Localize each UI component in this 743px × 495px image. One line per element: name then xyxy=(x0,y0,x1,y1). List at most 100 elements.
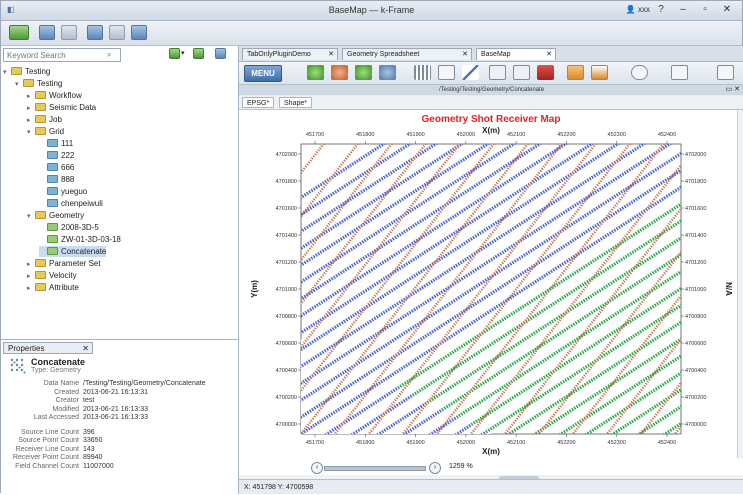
doc-tab[interactable]: BaseMap ✕ xyxy=(476,48,556,60)
zoom-fit-icon[interactable] xyxy=(355,65,372,80)
tree-item[interactable]: ▸ Attribute xyxy=(27,282,79,293)
chart-icon[interactable] xyxy=(567,65,584,80)
chevron-down-icon[interactable]: ▾ xyxy=(15,79,23,90)
tree-item[interactable]: chenpeiwuli xyxy=(39,198,103,209)
doc-icon xyxy=(47,175,58,183)
slider-left-icon[interactable]: ‹ xyxy=(311,462,323,474)
doc-tab[interactable]: Geometry Spreadsheet ✕ xyxy=(342,48,472,60)
chevron-right-icon[interactable]: ▸ xyxy=(27,103,35,114)
tree-item[interactable]: 2008-3D-5 xyxy=(39,222,99,233)
folder-icon xyxy=(35,271,46,279)
x-tick-label: 452100 xyxy=(507,132,525,138)
select-area-icon[interactable] xyxy=(489,65,506,80)
folder-icon xyxy=(35,127,46,135)
close-icon[interactable]: ✕ xyxy=(720,4,734,16)
keyword-search-input[interactable] xyxy=(3,48,121,62)
y-tick-label: 4701200 xyxy=(276,260,297,266)
zoom-reset-icon[interactable] xyxy=(379,65,396,80)
property-row: Receiver Line Count 143 xyxy=(5,446,229,454)
minimize-icon[interactable]: – xyxy=(676,4,690,16)
tree-item[interactable]: 222 xyxy=(39,150,74,161)
slider-right-icon[interactable]: › xyxy=(429,462,441,474)
tab-shape[interactable]: Shape* xyxy=(279,97,312,108)
tree-item[interactable]: ZW-01-3D-03-18 xyxy=(39,234,121,245)
shot-receiver-chart[interactable]: Geometry Shot Receiver MapX(m)X(m)Y(m) N/… xyxy=(239,110,743,458)
chevron-down-icon[interactable]: ▾ xyxy=(27,211,35,222)
close-icon[interactable]: ✕ xyxy=(546,49,552,60)
tree-item[interactable]: ▸ Parameter Set xyxy=(27,258,101,269)
property-value: test xyxy=(83,397,95,404)
search-icon[interactable]: ⌕ xyxy=(107,50,111,60)
grid-view-icon[interactable] xyxy=(438,65,455,80)
geo-icon xyxy=(47,223,58,231)
y-tick-label: 4700000 xyxy=(276,422,297,428)
chevron-down-icon[interactable]: ▾ xyxy=(3,67,11,78)
basemap-plot[interactable]: Geometry Shot Receiver Map X(m) X(m) Y(m) N/… xyxy=(239,110,743,478)
monitor-icon[interactable] xyxy=(109,25,125,40)
chevron-right-icon[interactable]: ▸ xyxy=(27,115,35,126)
collapse-icon[interactable] xyxy=(215,48,226,59)
folder-icon xyxy=(35,91,46,99)
x-tick-label: 452200 xyxy=(557,132,575,138)
zoom-in-icon[interactable] xyxy=(307,65,324,80)
close-icon[interactable]: ✕ xyxy=(82,343,89,355)
chevron-right-icon[interactable]: ▸ xyxy=(27,283,35,294)
tab-epsg[interactable]: EPSG* xyxy=(242,97,275,108)
layout-icon[interactable] xyxy=(87,25,103,40)
tree-item[interactable]: ▸ Seismic Data xyxy=(27,102,96,113)
close-icon[interactable]: ✕ xyxy=(328,49,334,60)
refresh-icon[interactable] xyxy=(193,48,204,59)
restore-icon[interactable]: ▭ ✕ xyxy=(726,85,740,93)
y-tick-label: 4701000 xyxy=(276,287,297,293)
chevron-right-icon[interactable]: ▸ xyxy=(27,271,35,282)
chevron-down-icon[interactable]: ▾ xyxy=(27,127,35,138)
folder-icon xyxy=(35,259,46,267)
export-icon[interactable] xyxy=(671,65,688,80)
maximize-icon[interactable]: ▫ xyxy=(698,4,712,16)
measure-icon[interactable] xyxy=(513,65,530,80)
add-icon[interactable] xyxy=(169,48,180,59)
y-tick-label: 4700800 xyxy=(276,314,297,320)
delete-icon[interactable] xyxy=(537,65,554,80)
tree-item[interactable]: ▸ Workflow xyxy=(27,90,82,101)
print-icon[interactable] xyxy=(717,65,734,80)
user-indicator[interactable]: 👤 xxx xyxy=(626,5,650,14)
tree-item[interactable]: Concatenate xyxy=(39,246,107,257)
panel-icon[interactable] xyxy=(131,25,147,40)
tab-properties[interactable]: Properties ✕ xyxy=(3,342,93,354)
doc-tab[interactable]: TabOnlyPluginDemo ✕ xyxy=(242,48,338,60)
tree-item[interactable]: ▸ Velocity xyxy=(27,270,77,281)
dropdown-icon[interactable]: ▾ xyxy=(181,49,185,57)
help-icon[interactable]: ? xyxy=(654,4,668,16)
tree-item[interactable]: yueguo xyxy=(39,186,87,197)
table-icon[interactable] xyxy=(61,25,77,40)
chevron-right-icon[interactable]: ▸ xyxy=(27,91,35,102)
zoom-slider[interactable] xyxy=(324,466,426,471)
tree-item[interactable]: 666 xyxy=(39,162,74,173)
tree-item[interactable]: 111 xyxy=(39,138,73,149)
tree-item[interactable]: 888 xyxy=(39,174,74,185)
property-key: Source Point Count xyxy=(18,437,79,444)
tree-item[interactable]: ▾ Testing xyxy=(15,78,62,89)
tree-item[interactable]: ▾ Geometry xyxy=(27,210,84,221)
vertical-scrollbar[interactable] xyxy=(737,110,743,458)
tree-item[interactable]: ▾ Grid xyxy=(27,126,64,137)
tree-item-label: Testing xyxy=(25,67,51,76)
dots-icon[interactable] xyxy=(414,65,431,80)
x-tick-label: 452200 xyxy=(557,440,575,446)
tree-item-label: chenpeiwuli xyxy=(61,199,103,208)
chevron-right-icon[interactable]: ▸ xyxy=(27,259,35,270)
line-tool-icon[interactable] xyxy=(462,65,479,80)
settings-icon[interactable] xyxy=(631,65,648,80)
menu-button[interactable]: MENU xyxy=(244,65,282,82)
doc-icon xyxy=(47,187,58,195)
tree-item[interactable]: ▸ Job xyxy=(27,114,62,125)
tree-item-label: yueguo xyxy=(61,187,88,196)
zoom-out-icon[interactable] xyxy=(331,65,348,80)
close-icon[interactable]: ✕ xyxy=(462,49,468,60)
new-icon[interactable] xyxy=(9,25,29,40)
tree-item[interactable]: ▾ Testing xyxy=(3,66,50,77)
grid-icon[interactable] xyxy=(39,25,55,40)
tree-item-label: 888 xyxy=(61,175,75,184)
axis-icon[interactable] xyxy=(591,65,608,80)
